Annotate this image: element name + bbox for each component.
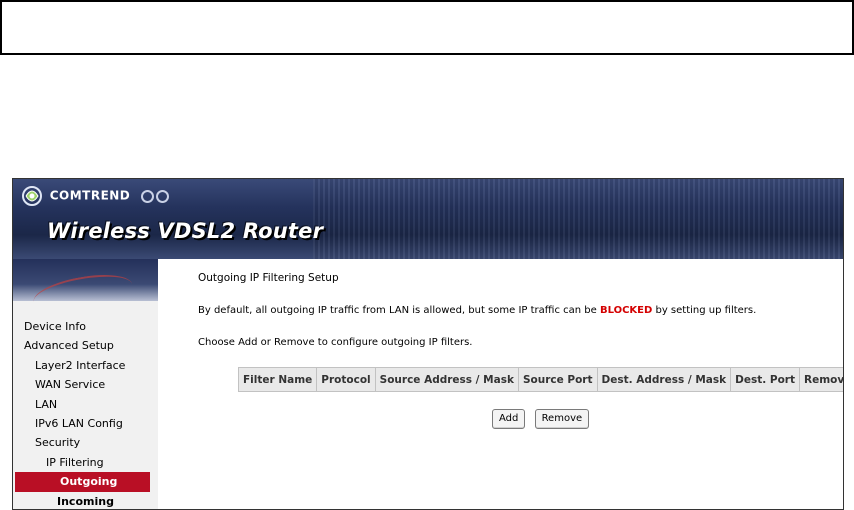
filters-table: Filter Name Protocol Source Address / Ma…	[237, 367, 843, 392]
top-empty-box	[0, 0, 854, 55]
col-dest-address: Dest. Address / Mask	[596, 367, 732, 392]
sidebar-item-incoming[interactable]: Incoming	[13, 492, 158, 509]
product-title: Wireless VDSL2 Router	[47, 219, 324, 243]
col-filter-name: Filter Name	[237, 367, 318, 392]
page-title: Outgoing IP Filtering Setup	[198, 272, 339, 284]
col-remove: Remove	[798, 367, 843, 392]
sidebar-item-outgoing[interactable]: Outgoing	[15, 472, 150, 492]
sidebar-item-wan-service[interactable]: WAN Service	[13, 375, 158, 394]
sidebar-nav: Device Info Advanced Setup Layer2 Interf…	[13, 317, 158, 509]
blocked-emphasis: BLOCKED	[599, 305, 653, 316]
main-content: Outgoing IP Filtering Setup By default, …	[158, 259, 843, 509]
table-header-row: Filter Name Protocol Source Address / Ma…	[237, 367, 843, 392]
logo-text: COMTREND	[49, 188, 131, 203]
instructions-text: Choose Add or Remove to configure outgoi…	[198, 337, 473, 348]
default-policy-text: By default, all outgoing IP traffic from…	[198, 305, 756, 316]
sidebar-item-advanced-setup[interactable]: Advanced Setup	[13, 336, 158, 355]
sidebar-item-layer2-interface[interactable]: Layer2 Interface	[13, 356, 158, 375]
header-banner: COMTREND Wireless VDSL2 Router	[13, 179, 843, 259]
sidebar: Device Info Advanced Setup Layer2 Interf…	[13, 259, 158, 509]
banner-texture	[313, 179, 843, 259]
brand-mark-icon	[22, 186, 42, 206]
router-window: COMTREND Wireless VDSL2 Router Device In…	[12, 178, 844, 510]
sidebar-item-lan[interactable]: LAN	[13, 395, 158, 414]
swoosh-decoration	[30, 268, 136, 318]
action-buttons: Add Remove	[492, 409, 595, 429]
logo-circles-icon	[139, 189, 169, 203]
sidebar-item-ipv6-lan-config[interactable]: IPv6 LAN Config	[13, 414, 158, 433]
policy-text-end: by setting up filters.	[652, 305, 757, 316]
sidebar-item-security[interactable]: Security	[13, 433, 158, 452]
col-protocol: Protocol	[316, 367, 376, 392]
comtrend-logo: COMTREND	[21, 184, 169, 208]
col-dest-port: Dest. Port	[730, 367, 800, 392]
sidebar-artwork	[13, 259, 158, 318]
col-source-address: Source Address / Mask	[374, 367, 519, 392]
sidebar-item-device-info[interactable]: Device Info	[13, 317, 158, 336]
col-source-port: Source Port	[517, 367, 598, 392]
add-button[interactable]: Add	[492, 409, 526, 429]
sidebar-item-ip-filtering[interactable]: IP Filtering	[13, 453, 158, 472]
remove-button[interactable]: Remove	[534, 409, 590, 429]
policy-text-start: By default, all outgoing IP traffic from…	[198, 305, 600, 316]
